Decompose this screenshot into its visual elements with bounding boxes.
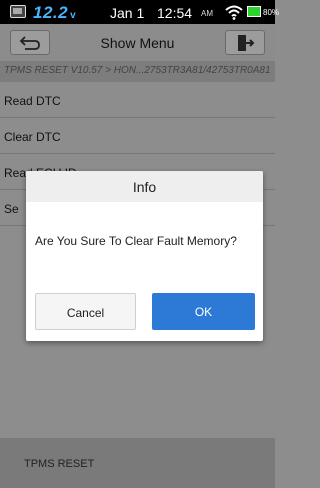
status-ampm: AM (201, 9, 213, 18)
footer-label: TPMS RESET (24, 458, 95, 470)
voltage-value: 12.2 (33, 3, 69, 22)
dialog-message: Are You Sure To Clear Fault Memory? (35, 234, 237, 248)
battery-icon (247, 6, 261, 17)
toolbar: Show Menu (0, 24, 275, 61)
exit-icon (238, 35, 255, 51)
wifi-icon (225, 5, 243, 20)
breadcrumb: TPMS RESET V10.57 > HON...2753TR3A81/427… (0, 61, 275, 82)
footer-bar: TPMS RESET (0, 438, 275, 488)
voltage-unit: v (70, 10, 77, 21)
dialog-title: Info (26, 171, 263, 202)
menu-item-read-dtc[interactable]: Read DTC (0, 82, 275, 118)
status-date: Jan 1 (110, 5, 145, 21)
battery-percent: 80% (263, 8, 280, 17)
app-notification-icon (10, 5, 26, 18)
menu-item-clear-dtc[interactable]: Clear DTC (0, 118, 275, 154)
cancel-button[interactable]: Cancel (35, 293, 136, 330)
status-time: 12:54 (157, 5, 193, 21)
exit-button[interactable] (225, 30, 265, 55)
ok-button[interactable]: OK (152, 293, 255, 330)
info-dialog: Info Are You Sure To Clear Fault Memory?… (26, 171, 263, 341)
voltage-readout: 12.2 v (33, 3, 76, 23)
status-bar: 12.2 v Jan 1 12:54 AM 80% (0, 0, 279, 24)
